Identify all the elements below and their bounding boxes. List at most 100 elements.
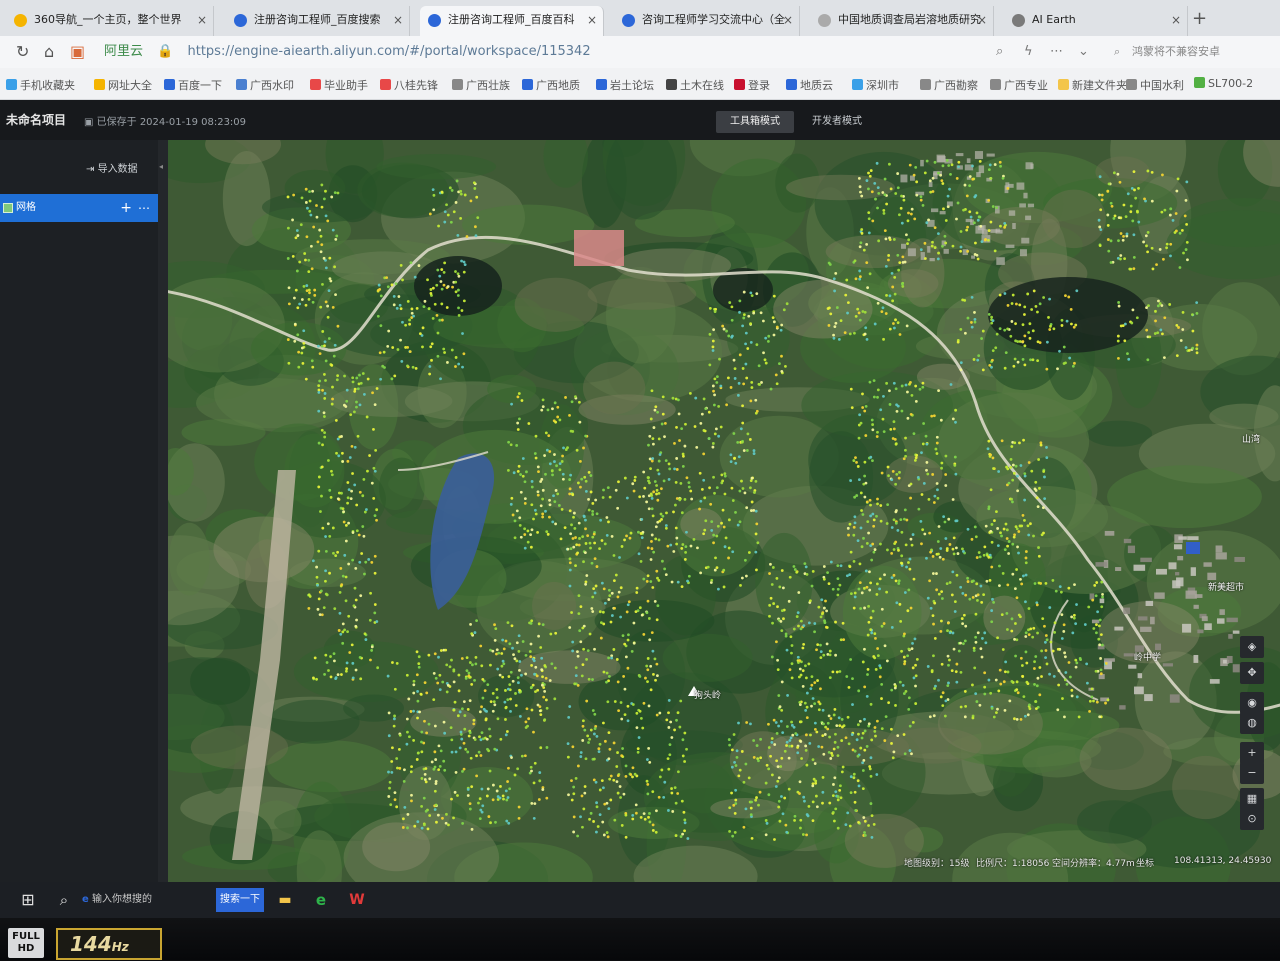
grid-sample-point bbox=[342, 510, 346, 514]
map-compass-icon[interactable]: ◈ bbox=[1240, 636, 1264, 658]
url-field[interactable]: 阿里云 🔒 https://engine-aiearth.aliyun.com/… bbox=[104, 40, 1104, 64]
map-layers-icon[interactable]: ▦ bbox=[1240, 788, 1264, 810]
grid-sample-point bbox=[873, 181, 877, 185]
grid-sample-point bbox=[1032, 289, 1036, 293]
bookmark-item[interactable]: 毕业助手 bbox=[310, 77, 368, 93]
grid-sample-point bbox=[875, 719, 879, 723]
file-explorer-icon[interactable]: ▬ bbox=[272, 888, 298, 912]
grid-sample-point bbox=[1099, 228, 1103, 232]
satellite-map[interactable]: 山湾 新美超市 岭中学 狗头岭 ◈ ✥ ◉ ◍ + − ▦ ⊙ 地图级别：15级 比例尺：1:180… bbox=[168, 140, 1280, 882]
add-layer-button[interactable]: + bbox=[120, 194, 132, 222]
bookmark-item[interactable]: 深圳市 bbox=[852, 77, 899, 93]
grid-sample-point bbox=[888, 162, 891, 166]
close-tab-icon[interactable]: × bbox=[977, 6, 987, 34]
grid-sample-point bbox=[947, 517, 951, 521]
close-tab-icon[interactable]: × bbox=[587, 6, 597, 34]
search-icon[interactable]: ⌕ bbox=[52, 888, 76, 912]
building bbox=[1144, 694, 1153, 702]
chevron-down-icon[interactable]: ⌄ bbox=[1078, 44, 1089, 59]
layer-item-grid[interactable]: 网格 + ⋯ bbox=[0, 194, 158, 222]
browser-tab[interactable]: 注册咨询工程师_百度搜索 × bbox=[226, 6, 410, 36]
map-zoom-out-icon[interactable]: − bbox=[1240, 762, 1264, 784]
grid-sample-point bbox=[772, 333, 776, 337]
grid-sample-point bbox=[557, 504, 561, 507]
bookmark-item[interactable]: SL700-2 bbox=[1194, 77, 1253, 90]
home-icon[interactable]: ⌂ bbox=[44, 42, 54, 61]
layer-more-button[interactable]: ⋯ bbox=[138, 194, 150, 222]
baidu-search-button[interactable]: 搜索一下 bbox=[216, 888, 264, 912]
extension-icon[interactable]: ▣ bbox=[70, 42, 85, 61]
bookmark-item[interactable]: 登录 bbox=[734, 77, 770, 93]
bookmark-item[interactable]: 八桂先锋 bbox=[380, 77, 438, 93]
grid-sample-point bbox=[390, 283, 394, 287]
bookmark-item[interactable]: 百度一下 bbox=[164, 77, 222, 93]
map-zoom-in-icon[interactable]: + bbox=[1240, 742, 1264, 764]
grid-sample-point bbox=[530, 480, 534, 483]
project-title[interactable]: 未命名项目 bbox=[6, 111, 66, 128]
grid-sample-point bbox=[428, 212, 432, 216]
bookmark-item[interactable]: 广西地质 bbox=[522, 77, 580, 93]
map-canvas[interactable] bbox=[168, 140, 1280, 882]
import-data-button[interactable]: ⇥ 导入数据 bbox=[86, 160, 138, 175]
grid-sample-point bbox=[725, 329, 728, 333]
terrain-patch bbox=[293, 641, 439, 702]
grid-sample-point bbox=[516, 469, 520, 473]
grid-sample-point bbox=[953, 463, 957, 467]
browser-tab[interactable]: 中国地质调查局岩溶地质研究 × bbox=[810, 6, 994, 36]
developer-mode-tab[interactable]: 开发者模式 bbox=[800, 111, 874, 133]
bookmark-item[interactable]: 广西壮族 bbox=[452, 77, 510, 93]
bookmark-item[interactable]: 新建文件夹 bbox=[1058, 77, 1127, 93]
bookmark-item[interactable]: 土木在线 bbox=[666, 77, 724, 93]
lightning-icon[interactable]: ϟ bbox=[1024, 44, 1033, 59]
map-pan-icon[interactable]: ✥ bbox=[1240, 662, 1264, 684]
bookmark-item[interactable]: 手机收藏夹 bbox=[6, 77, 75, 93]
grid-sample-point bbox=[880, 624, 884, 628]
grid-sample-point bbox=[845, 675, 849, 678]
browser-icon[interactable]: e bbox=[308, 888, 334, 912]
sidebar-collapse-handle[interactable]: ◂ bbox=[158, 140, 168, 882]
close-tab-icon[interactable]: × bbox=[1171, 6, 1181, 34]
windows-start-icon[interactable]: ⊞ bbox=[14, 888, 42, 912]
grid-sample-point bbox=[1106, 238, 1110, 241]
grid-sample-point bbox=[1060, 318, 1064, 322]
browser-search-input[interactable]: ⌕ 鸿蒙将不兼容安卓 bbox=[1112, 42, 1280, 62]
close-tab-icon[interactable]: × bbox=[783, 6, 793, 34]
refresh-icon[interactable]: ↻ bbox=[16, 42, 29, 61]
more-icon[interactable]: ⋯ bbox=[1050, 44, 1063, 59]
grid-sample-point bbox=[673, 728, 676, 732]
bookmark-item[interactable]: 广西专业 bbox=[990, 77, 1048, 93]
grid-sample-point bbox=[561, 454, 564, 458]
grid-sample-point bbox=[746, 432, 750, 436]
browser-tab[interactable]: AI Earth × bbox=[1004, 6, 1188, 36]
wps-icon[interactable]: W bbox=[344, 888, 370, 912]
taskbar-search-input[interactable]: e 输入你想搜的 bbox=[82, 888, 212, 912]
grid-sample-point bbox=[749, 486, 752, 490]
close-tab-icon[interactable]: × bbox=[197, 6, 207, 34]
building bbox=[928, 181, 933, 187]
bookmark-item[interactable]: 岩土论坛 bbox=[596, 77, 654, 93]
grid-sample-point bbox=[956, 552, 960, 555]
browser-tab[interactable]: 360导航_一个主页，整个世界 × bbox=[6, 6, 214, 36]
browser-tab[interactable]: 注册咨询工程师_百度百科 × bbox=[420, 6, 604, 36]
bookmark-item[interactable]: 网址大全 bbox=[94, 77, 152, 93]
grid-sample-point bbox=[370, 645, 374, 649]
building bbox=[1019, 249, 1027, 257]
bookmark-item[interactable]: 广西水印 bbox=[236, 77, 294, 93]
map-locate-icon[interactable]: ◉ bbox=[1240, 692, 1264, 714]
tools-mode-tab[interactable]: 工具箱模式 bbox=[716, 111, 794, 133]
browser-tab[interactable]: 咨询工程师学习交流中心（全 × bbox=[614, 6, 800, 36]
zoom-icon[interactable]: ⌕ bbox=[996, 44, 1003, 59]
map-globe-icon[interactable]: ◍ bbox=[1240, 712, 1264, 734]
bookmark-item[interactable]: 中国水利 bbox=[1126, 77, 1184, 93]
grid-sample-point bbox=[831, 754, 834, 757]
new-tab-button[interactable]: + bbox=[1192, 8, 1207, 29]
grid-sample-point bbox=[769, 754, 772, 758]
bookmark-item[interactable]: 地质云 bbox=[786, 77, 833, 93]
grid-sample-point bbox=[950, 669, 954, 673]
bookmark-item[interactable]: 广西勘察 bbox=[920, 77, 978, 93]
close-tab-icon[interactable]: × bbox=[393, 6, 403, 34]
map-measure-icon[interactable]: ⊙ bbox=[1240, 808, 1264, 830]
grid-sample-point bbox=[598, 610, 602, 614]
grid-sample-point bbox=[956, 201, 960, 205]
grid-sample-point bbox=[780, 323, 784, 327]
